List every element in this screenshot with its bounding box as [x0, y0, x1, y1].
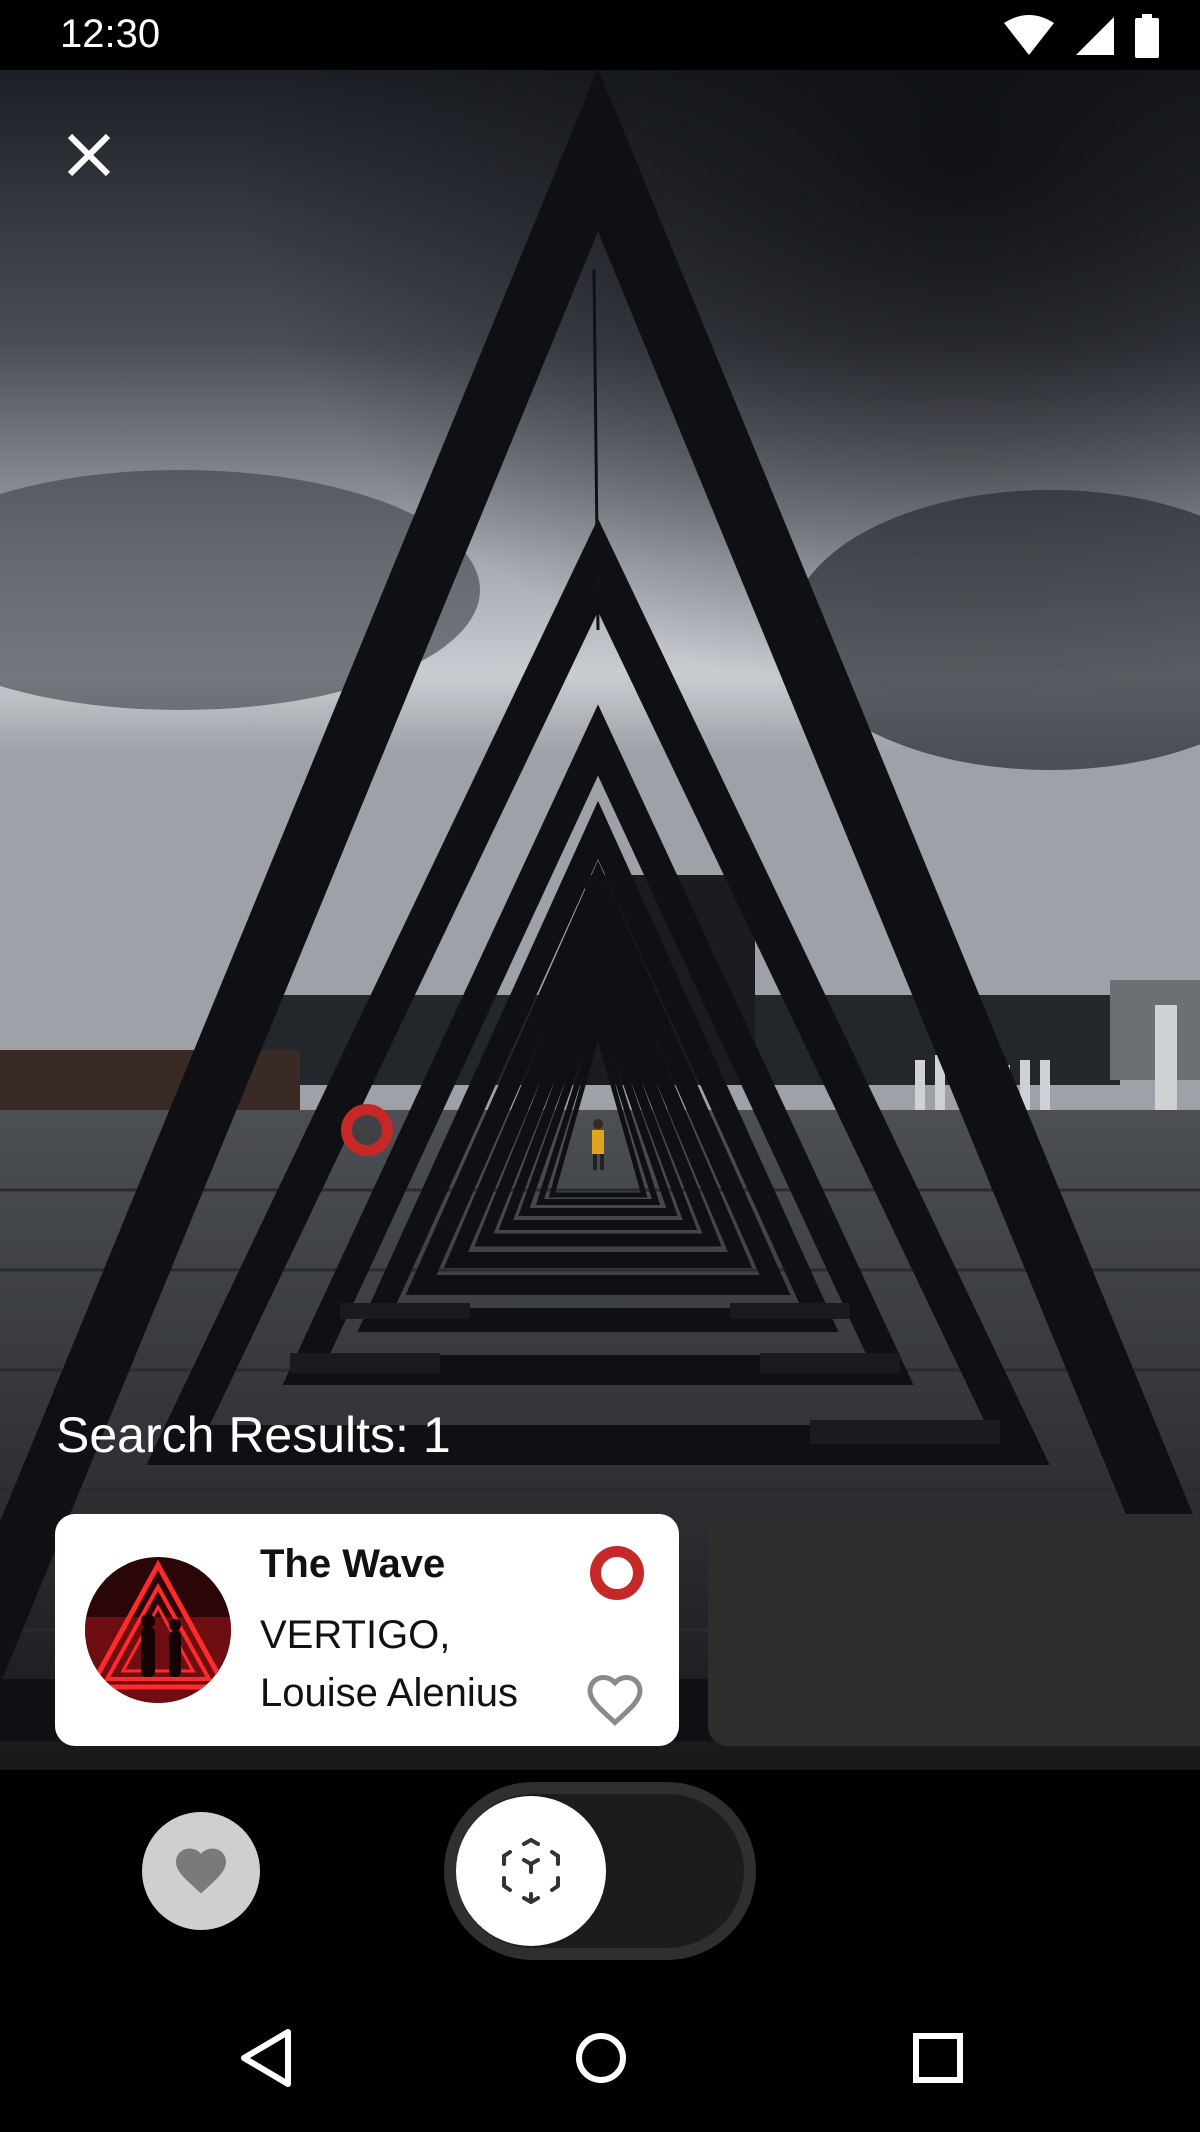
system-navigation-bar [0, 1988, 1200, 2132]
cellular-icon [1076, 17, 1114, 55]
result-subtitle-line2: Louise Alenius [260, 1671, 518, 1715]
battery-icon [1135, 14, 1159, 58]
result-subtitle-line1: VERTIGO, [260, 1613, 451, 1657]
back-icon [241, 2029, 291, 2087]
result-artist: VERTIGO, Louise Alenius [260, 1606, 560, 1722]
ar-mode-toggle[interactable] [444, 1782, 756, 1960]
status-bar: 12:30 [0, 0, 1200, 70]
next-result-card[interactable] [708, 1514, 1200, 1746]
recents-icon [913, 2033, 963, 2083]
favorite-toggle-button[interactable] [585, 1670, 645, 1730]
heart-outline-icon [587, 1674, 643, 1726]
search-results-label: Search Results: 1 [56, 1407, 451, 1463]
status-time: 12:30 [60, 12, 161, 56]
favorites-button[interactable] [142, 1812, 260, 1930]
nav-home-button[interactable] [561, 2018, 641, 2098]
heart-icon [176, 1848, 226, 1894]
result-title: The Wave [260, 1542, 446, 1586]
result-card[interactable]: The Wave VERTIGO, Louise Alenius [55, 1514, 679, 1746]
location-marker-icon[interactable] [590, 1546, 644, 1600]
home-icon [576, 2033, 626, 2083]
wifi-icon [1004, 15, 1054, 55]
nav-back-button[interactable] [226, 2018, 306, 2098]
toggle-knob[interactable] [456, 1796, 606, 1946]
nav-recents-button[interactable] [898, 2018, 978, 2098]
close-icon [67, 133, 111, 177]
status-icons [1002, 14, 1160, 58]
artwork-hotspot-marker[interactable] [341, 1104, 393, 1156]
result-thumbnail [85, 1557, 231, 1703]
close-button[interactable] [54, 120, 124, 190]
ar-cube-icon [502, 1838, 560, 1904]
